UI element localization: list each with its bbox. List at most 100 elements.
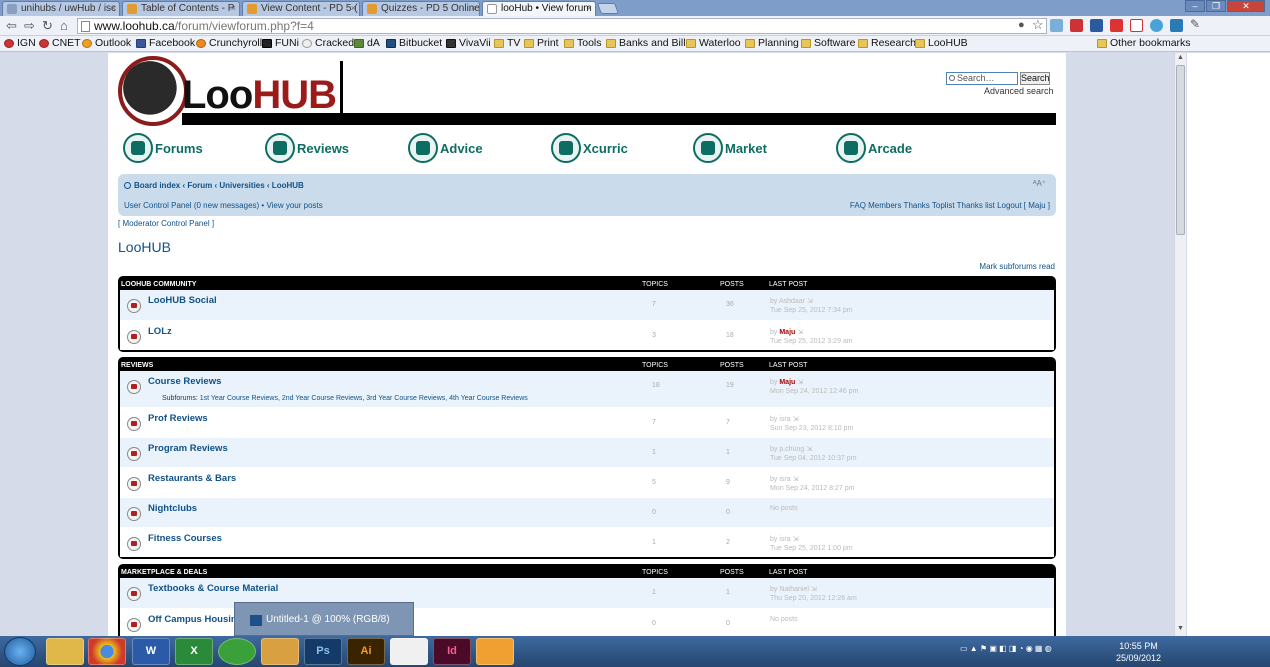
bookmark-folder[interactable]: Tools	[564, 37, 602, 49]
bookmark-item[interactable]: VivaVii	[446, 37, 491, 49]
media-player-button[interactable]	[476, 638, 514, 665]
forward-icon[interactable]: ⇨	[24, 18, 35, 34]
illustrator-button[interactable]: Ai	[347, 638, 385, 665]
bookmark-folder[interactable]: Waterloo	[686, 37, 741, 49]
browser-tab-3[interactable]: View Content - PD 5 (×	[242, 1, 360, 16]
search-button[interactable]: Search	[1020, 72, 1050, 85]
close-icon[interactable]: ×	[471, 3, 476, 13]
close-window-button[interactable]: ✕	[1227, 0, 1265, 12]
back-icon[interactable]: ⇦	[6, 18, 17, 34]
bookmark-folder[interactable]: Research	[858, 37, 916, 49]
view-posts-link[interactable]: View your posts	[266, 201, 322, 210]
bookmark-folder[interactable]: LooHUB	[915, 37, 968, 49]
bookmark-item[interactable]: dA	[354, 37, 380, 49]
last-post-author[interactable]: by isra ⇲	[770, 415, 798, 423]
reload-icon[interactable]: ↻	[42, 18, 53, 34]
browser-tab-5[interactable]: looHub • View forum ×	[482, 1, 596, 16]
user-links[interactable]: FAQ Members Thanks Toplist Thanks list L…	[850, 201, 1050, 210]
start-button[interactable]	[4, 637, 36, 666]
close-icon[interactable]: ×	[111, 3, 116, 13]
category-title[interactable]: LOOHUB COMMUNITY	[121, 281, 196, 288]
extension-icon[interactable]	[1090, 19, 1103, 32]
scroll-up-icon[interactable]: ▲	[1177, 54, 1184, 61]
forum-link[interactable]: Nightclubs	[148, 503, 197, 514]
forum-link[interactable]: Restaurants & Bars	[148, 473, 236, 484]
browser-tab-4[interactable]: Quizzes - PD 5 Online ×	[362, 1, 480, 16]
lion-logo-icon[interactable]	[118, 56, 188, 126]
excel-button[interactable]: X	[175, 638, 213, 665]
forum-link[interactable]: Program Reviews	[148, 443, 228, 454]
user-control-panel-link[interactable]: User Control Panel (0 new messages) • Vi…	[124, 201, 323, 210]
moderator-control-panel-link[interactable]: [ Moderator Control Panel ]	[118, 219, 214, 228]
explorer-button[interactable]	[46, 638, 84, 665]
bookmark-item[interactable]: Crunchyroll	[196, 37, 262, 49]
browser-tab-2[interactable]: Table of Contents - P ×	[122, 1, 240, 16]
page-title[interactable]: LooHUB	[118, 239, 171, 255]
bookmark-item[interactable]: IGN	[4, 37, 36, 49]
category-title[interactable]: MARKETPLACE & DEALS	[121, 569, 207, 576]
bookmark-folder[interactable]: Planning	[745, 37, 799, 49]
photoshop-button[interactable]: Ps	[304, 638, 342, 665]
search-input[interactable]: Search…	[946, 72, 1018, 85]
bookmark-item[interactable]: FUNi	[262, 37, 299, 49]
bookmark-folder[interactable]: Banks and Bills	[606, 37, 691, 49]
subforum-list[interactable]: Subforums: 1st Year Course Reviews, 2nd …	[162, 395, 528, 402]
last-post-author[interactable]: by isra ⇲	[770, 535, 798, 543]
bookmark-item[interactable]: Facebook	[136, 37, 195, 49]
site-logo[interactable]: LooHUB	[182, 73, 337, 118]
chrome-button[interactable]	[88, 638, 126, 665]
last-post-author[interactable]: by Maju ⇲	[770, 328, 803, 336]
bookmark-item[interactable]: Cracked	[302, 37, 354, 49]
new-messages-link[interactable]: (0 new messages)	[194, 201, 259, 210]
bookmark-item[interactable]: Outlook	[82, 37, 131, 49]
taskbar-window-preview[interactable]: Untitled-1 @ 100% (RGB/8)	[234, 602, 414, 636]
category-title[interactable]: REVIEWS	[121, 362, 153, 369]
home-icon[interactable]: ⌂	[60, 18, 68, 33]
scroll-down-icon[interactable]: ▼	[1177, 625, 1184, 632]
extension-icon[interactable]	[1050, 19, 1063, 32]
forum-link[interactable]: Course Reviews	[148, 376, 221, 387]
forum-link[interactable]: LooHUB Social	[148, 295, 217, 306]
wrench-icon[interactable]: ✎	[1190, 17, 1200, 31]
bookmark-folder[interactable]: Software	[801, 37, 855, 49]
address-bar[interactable]: www.loohub.ca/forum/viewforum.php?f=4	[77, 18, 1047, 34]
scrollbar-thumb[interactable]	[1176, 65, 1185, 235]
last-post-author[interactable]: by p.chung ⇲	[770, 445, 812, 453]
close-icon[interactable]: ×	[587, 3, 592, 13]
forum-link[interactable]: Prof Reviews	[148, 413, 208, 424]
new-tab-button[interactable]	[596, 3, 620, 14]
forum-link[interactable]: LOLz	[148, 326, 172, 337]
mark-subforums-read-link[interactable]: Mark subforums read	[979, 262, 1055, 271]
clock[interactable]: 10:55 PM 25/09/2012	[1116, 640, 1161, 664]
other-bookmarks[interactable]: Other bookmarks	[1097, 37, 1191, 49]
close-icon[interactable]: ×	[351, 3, 356, 13]
gmail-icon[interactable]	[1130, 19, 1143, 32]
location-icon[interactable]: ●	[1018, 19, 1025, 31]
forum-link[interactable]: Off Campus Housing	[148, 614, 242, 625]
last-post-author[interactable]: by isra ⇲	[770, 475, 798, 483]
acrobat-button[interactable]	[390, 638, 428, 665]
close-icon[interactable]: ×	[231, 3, 236, 13]
restore-button[interactable]: ❐	[1206, 0, 1226, 12]
bookmark-folder[interactable]: Print	[524, 37, 559, 49]
star-icon[interactable]: ☆	[1032, 17, 1044, 33]
forum-link[interactable]: Fitness Courses	[148, 533, 222, 544]
last-post-author[interactable]: by Ashdaar ⇲	[770, 297, 813, 305]
last-post-author[interactable]: by Nathaniel ⇲	[770, 585, 817, 593]
extension-icon[interactable]	[1070, 19, 1083, 32]
forum-link[interactable]: Textbooks & Course Material	[148, 583, 278, 594]
indesign-button[interactable]: Id	[433, 638, 471, 665]
bookmark-item[interactable]: Bitbucket	[386, 37, 442, 49]
extension-icon[interactable]	[1150, 19, 1163, 32]
system-tray[interactable]: ▭ ▲ ⚑ ▣ ◧ ◨ ◔ ◉ ▦ ◍	[960, 644, 1052, 653]
extension-icon[interactable]	[1170, 19, 1183, 32]
breadcrumb[interactable]: Board index ‹ Forum ‹ Universities ‹ Loo…	[124, 181, 304, 190]
browser-tab-1[interactable]: unihubs / uwHub / isc ×	[2, 1, 120, 16]
font-size-control[interactable]: ᴬA⁺	[1033, 179, 1046, 188]
bookmark-folder[interactable]: TV	[494, 37, 520, 49]
vertical-scrollbar[interactable]: ▲ ▼	[1174, 53, 1186, 636]
extension-icon[interactable]	[1110, 19, 1123, 32]
bookmark-item[interactable]: CNET	[39, 37, 81, 49]
pencil-app-button[interactable]	[261, 638, 299, 665]
last-post-author[interactable]: by Maju ⇲	[770, 378, 803, 386]
